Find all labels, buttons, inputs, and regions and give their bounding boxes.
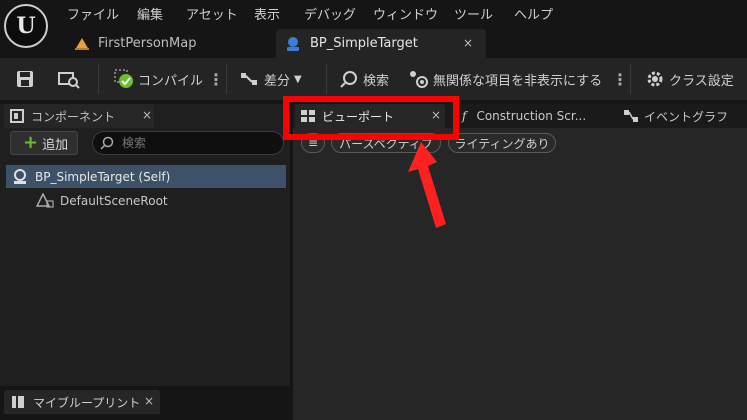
tab-components[interactable]: コンポーネント × [4, 104, 154, 128]
toolbar-separator [226, 64, 227, 94]
function-icon: f [462, 109, 467, 123]
save-button[interactable] [16, 58, 34, 100]
tab-bp-simple-target[interactable]: BP_SimpleTarget × [276, 29, 486, 58]
component-search-input[interactable] [120, 135, 274, 151]
component-row-default-scene-root[interactable]: DefaultSceneRoot [6, 189, 286, 212]
class-settings-button[interactable]: クラス設定 [646, 58, 734, 100]
toolbar-separator [98, 64, 99, 94]
blueprint-icon [287, 37, 299, 51]
close-my-blueprint-icon[interactable]: × [144, 394, 154, 408]
highlight-box [283, 96, 459, 140]
component-root-label: DefaultSceneRoot [60, 193, 168, 208]
component-search[interactable] [92, 131, 284, 155]
add-label: 追加 [42, 137, 69, 153]
class-settings-label: クラス設定 [669, 73, 734, 89]
search-icon [340, 71, 357, 88]
menu-help[interactable]: ヘルプ [514, 4, 553, 23]
search-button[interactable]: 検索 [340, 58, 389, 100]
close-tab-icon[interactable]: × [463, 36, 473, 50]
compile-button[interactable]: コンパイル [114, 58, 203, 100]
event-graph-icon [624, 110, 638, 122]
diff-button[interactable]: 差分 ▼ [240, 58, 302, 100]
hide-nodes-icon [410, 71, 428, 88]
construction-label: Construction Scr... [476, 109, 587, 123]
add-component-button[interactable]: + 追加 [10, 131, 78, 155]
arrow-annotation-icon [408, 142, 446, 228]
scene-component-icon [36, 192, 54, 208]
map-icon [75, 38, 89, 50]
tab-map-label: FirstPersonMap [98, 36, 197, 51]
tab-event-graph[interactable]: イベントグラフ [624, 104, 728, 128]
menu-window[interactable]: ウィンドウ [373, 4, 438, 23]
event-graph-label: イベントグラフ [644, 109, 729, 124]
browse-button[interactable] [58, 58, 80, 100]
actor-icon [14, 168, 26, 184]
gear-icon [647, 71, 663, 87]
lighting-label: ライティングあり [454, 136, 550, 151]
menu-debug[interactable]: デバッグ [304, 4, 356, 23]
menu-asset[interactable]: アセット [186, 4, 238, 23]
hide-unrelated-button[interactable]: 無関係な項目を非表示にする [408, 58, 602, 100]
close-components-icon[interactable]: × [142, 108, 152, 122]
more-options-icon[interactable]: ⋮ [612, 58, 628, 100]
component-row-self[interactable]: BP_SimpleTarget (Self) [6, 165, 286, 188]
toolbar-separator [630, 64, 631, 94]
lighting-mode-button[interactable]: ライティングあり [448, 133, 556, 153]
menu-view[interactable]: 表示 [254, 4, 280, 23]
components-icon [10, 109, 24, 123]
menu-tools[interactable]: ツール [454, 4, 493, 23]
tab-construction-script[interactable]: f Construction Scr... [462, 104, 586, 128]
diff-label: 差分 [264, 73, 291, 89]
menu-edit[interactable]: 編集 [137, 4, 163, 23]
component-self-label: BP_SimpleTarget (Self) [35, 169, 171, 184]
hide-unrelated-label: 無関係な項目を非表示にする [433, 73, 603, 89]
my-blueprint-title: マイブループリント [33, 396, 141, 410]
search-icon [100, 136, 114, 150]
plus-icon: + [23, 132, 39, 153]
folder-search-icon [58, 72, 80, 89]
compile-options-icon[interactable]: ⋮ [208, 58, 224, 100]
search-label: 検索 [363, 73, 390, 89]
menu-file[interactable]: ファイル [67, 4, 119, 23]
components-title: コンポーネント [31, 110, 116, 124]
compile-check-icon [114, 69, 133, 88]
save-icon [17, 71, 33, 87]
toolbar-separator [326, 64, 327, 94]
tab-bp-label: BP_SimpleTarget [310, 36, 418, 51]
chevron-down-icon: ▼ [294, 73, 302, 85]
diff-icon [241, 73, 257, 85]
tab-my-blueprint[interactable]: マイブループリント × [4, 390, 160, 414]
unreal-logo-icon[interactable]: U [4, 4, 48, 48]
tab-first-person-map[interactable]: FirstPersonMap [60, 29, 270, 58]
book-icon [12, 396, 24, 408]
compile-label: コンパイル [138, 73, 204, 89]
